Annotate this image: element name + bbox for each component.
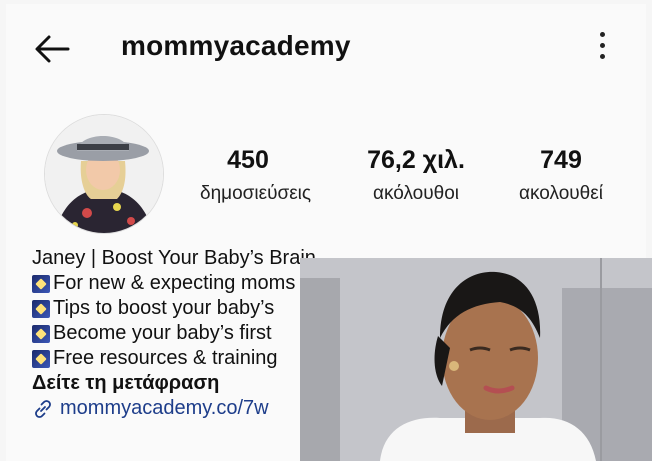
stat-following[interactable]: 749 ακολουθεί (506, 146, 616, 205)
stat-posts-value: 450 (227, 146, 269, 174)
sparkles-icon (32, 349, 50, 368)
top-bar: mommyacademy (6, 4, 646, 94)
bio-website-text: mommyacademy.co/7w (60, 397, 269, 419)
profile-username: mommyacademy (121, 30, 351, 61)
stat-followers[interactable]: 76,2 χιλ. ακόλουθοι (356, 146, 476, 205)
stat-posts-label: δημοσιεύσεις (200, 183, 312, 204)
stat-followers-label: ακόλουθοι (373, 183, 459, 204)
back-arrow-icon[interactable] (32, 34, 72, 64)
sparkles-icon (32, 299, 50, 318)
sparkles-icon (32, 324, 50, 343)
video-overlay (300, 258, 652, 461)
stat-followers-value: 76,2 χιλ. (367, 146, 465, 174)
more-options-icon[interactable] (594, 32, 610, 66)
video-frame (300, 258, 652, 461)
avatar-photo (45, 115, 163, 233)
profile-avatar[interactable] (44, 114, 164, 234)
stat-following-value: 749 (540, 146, 582, 174)
stat-posts[interactable]: 450 δημοσιεύσεις (200, 146, 312, 205)
sparkles-icon (32, 274, 50, 293)
link-icon (35, 399, 51, 418)
stat-following-label: ακολουθεί (519, 183, 603, 204)
